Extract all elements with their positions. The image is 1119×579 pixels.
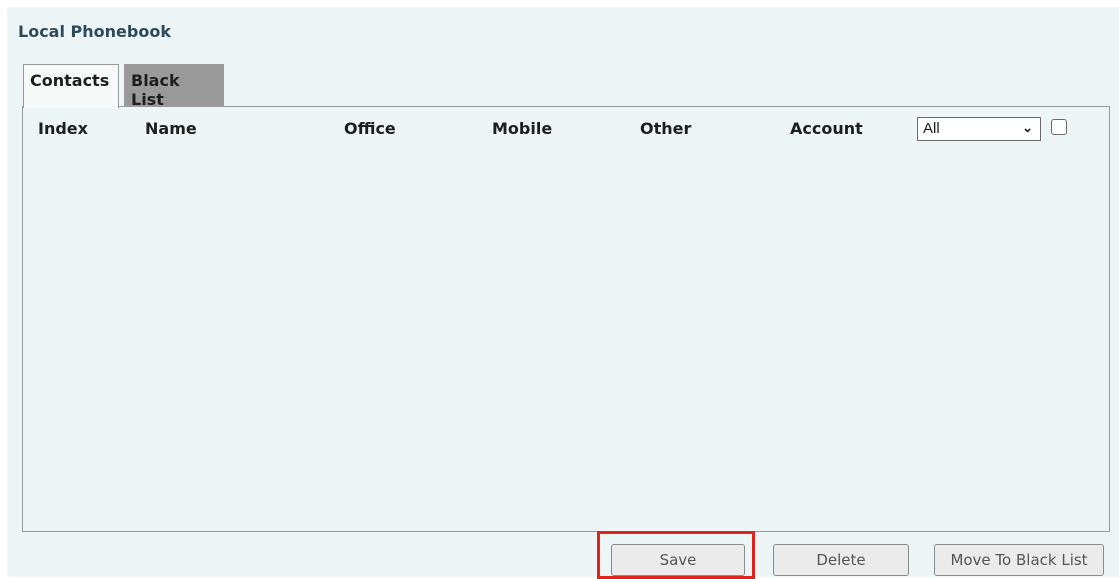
tab-contacts[interactable]: Contacts [23, 64, 119, 108]
column-header-mobile: Mobile [492, 119, 553, 138]
section-title: Local Phonebook [18, 22, 171, 41]
column-header-other: Other [640, 119, 692, 138]
save-button-highlight [597, 531, 755, 579]
chevron-down-icon: ⌄ [1022, 120, 1033, 135]
contacts-table: Index Name Office Mobile Other Account A… [22, 106, 1110, 532]
column-header-office: Office [344, 119, 396, 138]
column-header-name: Name [145, 119, 197, 138]
column-header-account: Account [790, 119, 863, 138]
phonebook-page: Local Phonebook Contacts Black List Inde… [7, 7, 1119, 577]
column-header-index: Index [38, 119, 88, 138]
delete-button[interactable]: Delete [773, 544, 909, 576]
account-filter-value: All [923, 120, 940, 137]
tab-black-list[interactable]: Black List [124, 64, 224, 109]
move-to-black-list-button[interactable]: Move To Black List [934, 544, 1104, 576]
select-all-checkbox[interactable] [1051, 119, 1067, 135]
account-filter-select[interactable]: All ⌄ [917, 117, 1041, 141]
